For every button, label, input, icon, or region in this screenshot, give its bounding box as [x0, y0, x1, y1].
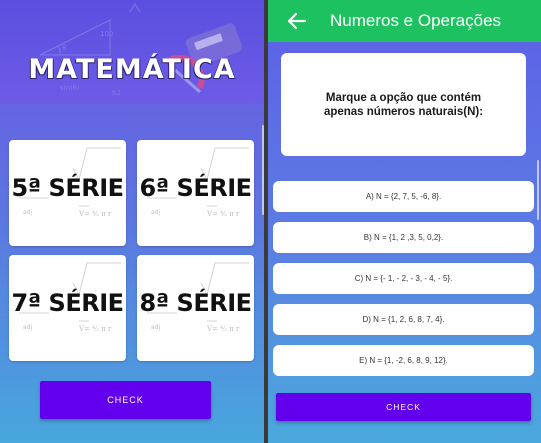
svg-text:θ: θ: [62, 44, 66, 52]
option-label: D) N = {1, 2, 6, 8, 7, 4}.: [362, 315, 445, 324]
app-bar: Numeros e Operações: [268, 0, 541, 42]
svg-text:V= ⁴⁄₃ π r: V= ⁴⁄₃ π r: [206, 210, 240, 218]
option-a[interactable]: A) N = {2, 7, 5, -6, 8}.: [273, 181, 534, 212]
svg-text:adj: adj: [23, 324, 32, 331]
check-button[interactable]: CHECK: [276, 393, 531, 421]
grade-card-8[interactable]: adj V= ⁴⁄₃ π r 8ª SÉRIE: [137, 255, 254, 361]
option-label: B) N = {1, 2 ,3, 5, 0,2}.: [363, 233, 444, 242]
option-d[interactable]: D) N = {1, 2, 6, 8, 7, 4}.: [273, 304, 534, 335]
grade-label: 5ª SÉRIE: [11, 174, 124, 202]
grade-selection-screen: 100 θ b2 sin(θ) MATEMÁTICA adj V= ⁴⁄₃ π …: [0, 0, 264, 443]
scrollbar[interactable]: [262, 125, 264, 215]
appbar-title: Numeros e Operações: [330, 11, 502, 30]
svg-text:sin(θ): sin(θ): [60, 84, 80, 92]
svg-text:V= ⁴⁄₃ π r: V= ⁴⁄₃ π r: [206, 325, 240, 333]
grade-label: 6ª SÉRIE: [139, 174, 252, 202]
question-card: Marque a opção que contém apenas números…: [281, 53, 526, 156]
svg-text:adj: adj: [23, 209, 32, 216]
svg-text:V= ⁴⁄₃ π r: V= ⁴⁄₃ π r: [78, 325, 112, 333]
grade-card-5[interactable]: adj V= ⁴⁄₃ π r 5ª SÉRIE: [9, 140, 126, 246]
arrow-left-icon[interactable]: [286, 10, 308, 32]
grade-card-7[interactable]: adj V= ⁴⁄₃ π r 7ª SÉRIE: [9, 255, 126, 361]
banner-title: MATEMÁTICA: [28, 54, 236, 85]
svg-text:adj: adj: [151, 209, 160, 216]
math-sketch-decoration: 100 θ b2 sin(θ): [39, 3, 243, 97]
option-c[interactable]: C) N = {- 1, - 2, - 3, - 4, - 5}.: [273, 263, 534, 294]
scrollbar[interactable]: [537, 160, 539, 220]
svg-text:b2: b2: [112, 89, 121, 97]
svg-text:adj: adj: [151, 324, 160, 331]
option-b[interactable]: B) N = {1, 2 ,3, 5, 0,2}.: [273, 222, 534, 253]
option-e[interactable]: E) N = {1, -2, 6, 8, 9, 12}.: [273, 345, 534, 376]
grade-card-6[interactable]: adj V= ⁴⁄₃ π r 6ª SÉRIE: [137, 140, 254, 246]
quiz-screen: Numeros e Operações Marque a opção que c…: [268, 0, 541, 443]
check-button[interactable]: CHECK: [40, 381, 211, 419]
grade-label: 7ª SÉRIE: [11, 289, 124, 317]
math-banner: 100 θ b2 sin(θ) MATEMÁTICA: [0, 0, 264, 104]
option-label: C) N = {- 1, - 2, - 3, - 4, - 5}.: [354, 274, 453, 283]
svg-text:100: 100: [100, 30, 113, 38]
option-label: A) N = {2, 7, 5, -6, 8}.: [365, 192, 442, 201]
svg-text:V= ⁴⁄₃ π r: V= ⁴⁄₃ π r: [78, 210, 112, 218]
question-text: Marque a opção que contém apenas números…: [323, 91, 484, 118]
option-label: E) N = {1, -2, 6, 8, 9, 12}.: [359, 356, 448, 365]
grade-label: 8ª SÉRIE: [139, 289, 252, 317]
